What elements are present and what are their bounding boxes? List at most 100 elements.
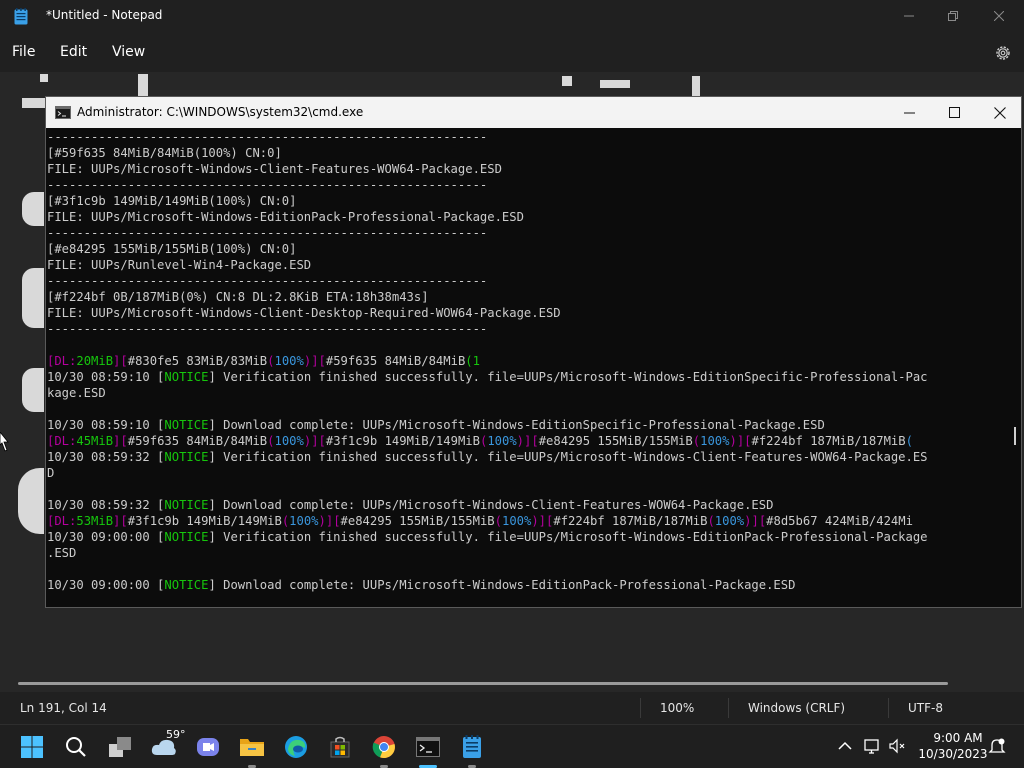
notepad-minimize-button[interactable] xyxy=(886,0,932,32)
teams-chat-icon xyxy=(197,738,219,756)
chrome-icon xyxy=(372,736,395,759)
edge-button[interactable] xyxy=(282,733,310,761)
close-icon xyxy=(994,11,1004,21)
store-icon xyxy=(330,736,350,758)
console-text-segment: #59f635 84MiB/84MiB xyxy=(127,434,268,448)
console-text-segment: #830fe5 83MiB/83MiB xyxy=(127,354,268,368)
console-line: FILE: UUPs/Runlevel-Win4-Package.ESD xyxy=(47,257,311,273)
notepad-titlebar[interactable]: *Untitled - Notepad xyxy=(0,0,1024,32)
editor-text-fragment xyxy=(22,368,44,412)
console-text-segment: NOTICE xyxy=(164,530,209,544)
start-button[interactable] xyxy=(18,733,46,761)
console-line: 10/30 08:59:10 [NOTICE] Verification fin… xyxy=(47,369,928,385)
clock-time[interactable]: 9:00 AM xyxy=(928,731,988,745)
cmd-titlebar[interactable]: Administrator: C:\WINDOWS\system32\cmd.e… xyxy=(46,97,1021,128)
console-text-segment: ] Download complete: UUPs/Microsoft-Wind… xyxy=(208,578,796,592)
show-hidden-icons-chevron-icon[interactable] xyxy=(836,737,854,755)
editor-text-fragment xyxy=(22,192,44,226)
console-text-segment: ( xyxy=(494,514,502,528)
file-explorer-button[interactable] xyxy=(238,733,266,761)
console-text-segment: ----------------------------------------… xyxy=(47,130,488,144)
console-text-segment: )][ xyxy=(303,434,326,448)
console-text-segment: NOTICE xyxy=(164,450,209,464)
console-text-segment: 53MiB xyxy=(76,514,114,528)
console-line: FILE: UUPs/Microsoft-Windows-Client-Desk… xyxy=(47,305,561,321)
store-button[interactable] xyxy=(326,733,354,761)
notepad-restore-button[interactable] xyxy=(930,0,976,32)
terminal-button[interactable] xyxy=(414,733,442,761)
taskbar: 59° 9:00 AM 10/30/2023 xyxy=(0,724,1024,768)
console-text-segment: #f224bf 187MiB/187MiB xyxy=(553,514,708,528)
console-text-segment: .ESD xyxy=(47,546,77,560)
console-line: 10/30 08:59:10 [NOTICE] Download complet… xyxy=(47,417,825,433)
console-text-segment: #e84295 155MiB/155MiB xyxy=(340,514,495,528)
console-text-segment: NOTICE xyxy=(164,498,209,512)
notepad-menubar xyxy=(0,32,1024,72)
menu-view[interactable]: View xyxy=(112,44,145,60)
terminal-icon xyxy=(416,737,440,757)
menu-file[interactable]: File xyxy=(12,44,35,60)
notepad-title: *Untitled - Notepad xyxy=(46,8,163,22)
horizontal-scrollbar[interactable] xyxy=(18,682,948,685)
console-text-segment: #f224bf 187MiB/187MiB xyxy=(751,434,906,448)
status-line-ending: Windows (CRLF) xyxy=(748,701,846,715)
console-line: [#3f1c9b 149MiB/149MiB(100%) CN:0] xyxy=(47,193,296,209)
editor-text-fragment xyxy=(138,74,148,96)
console-text-segment: 10/30 09:00:00 [ xyxy=(47,530,165,544)
notepad-taskbar-button[interactable] xyxy=(458,733,486,761)
notepad-close-button[interactable] xyxy=(976,0,1022,32)
cmd-close-button[interactable] xyxy=(977,97,1023,128)
network-icon[interactable] xyxy=(864,737,882,755)
cmd-console-output[interactable]: ----------------------------------------… xyxy=(46,128,1006,607)
close-icon xyxy=(994,106,1006,119)
console-line: ----------------------------------------… xyxy=(47,225,487,241)
console-text-segment: ] Download complete: UUPs/Microsoft-Wind… xyxy=(208,498,774,512)
console-text-segment: #3f1c9b 149MiB/149MiB xyxy=(127,514,282,528)
console-text-segment: ] Verification finished successfully. fi… xyxy=(208,530,928,544)
task-view-button[interactable] xyxy=(106,733,134,761)
console-line: [DL:45MiB][#59f635 84MiB/84MiB(100%)][#3… xyxy=(47,433,913,449)
console-text-segment: #8d5b67 424MiB/424Mi xyxy=(766,514,913,528)
status-divider xyxy=(728,698,729,718)
console-text-segment: 10/30 08:59:10 [ xyxy=(47,370,165,384)
console-line: [#e84295 155MiB/155MiB(100%) CN:0] xyxy=(47,241,296,257)
console-text-segment: #3f1c9b 149MiB/149MiB xyxy=(325,434,480,448)
console-line: 10/30 08:59:32 [NOTICE] Download complet… xyxy=(47,497,773,513)
console-text-segment: [#e84295 155MiB/155MiB(100%) CN:0] xyxy=(47,242,297,256)
console-text-segment: 100% xyxy=(289,514,319,528)
console-line: [#f224bf 0B/187MiB(0%) CN:8 DL:2.8KiB ET… xyxy=(47,289,429,305)
status-zoom: 100% xyxy=(660,701,695,715)
chrome-button[interactable] xyxy=(370,733,398,761)
console-line: [DL:53MiB][#3f1c9b 149MiB/149MiB(100%)][… xyxy=(47,513,913,529)
console-text-segment: D xyxy=(47,466,55,480)
console-text-segment: ] Verification finished successfully. fi… xyxy=(208,370,928,384)
status-encoding: UTF-8 xyxy=(908,701,943,715)
console-text-segment: #e84295 155MiB/155MiB xyxy=(538,434,693,448)
console-text-segment: DL: xyxy=(54,514,77,528)
cmd-scrollbar-thumb[interactable] xyxy=(1014,427,1016,445)
console-text-segment: DL: xyxy=(54,434,77,448)
teams-chat-button[interactable] xyxy=(194,733,222,761)
console-text-segment: ][ xyxy=(113,434,128,448)
console-line: [#59f635 84MiB/84MiB(100%) CN:0] xyxy=(47,145,282,161)
notifications-icon[interactable] xyxy=(988,737,1006,755)
clock-date[interactable]: 10/30/2023 xyxy=(918,747,988,761)
console-text-segment: NOTICE xyxy=(164,578,209,592)
file-explorer-icon xyxy=(240,739,264,756)
search-button[interactable] xyxy=(62,733,90,761)
volume-muted-icon[interactable] xyxy=(888,737,906,755)
console-line: 10/30 08:59:32 [NOTICE] Verification fin… xyxy=(47,449,928,465)
edge-icon xyxy=(285,736,307,758)
console-text-segment: [#59f635 84MiB/84MiB(100%) CN:0] xyxy=(47,146,282,160)
menu-edit[interactable]: Edit xyxy=(60,44,87,60)
cmd-maximize-button[interactable] xyxy=(931,97,977,128)
console-text-segment: 10/30 09:00:00 [ xyxy=(47,578,165,592)
console-text-segment: DL: xyxy=(54,354,77,368)
console-text-segment: 100% xyxy=(700,434,730,448)
console-text-segment: )][ xyxy=(531,514,554,528)
console-text-segment: FILE: UUPs/Microsoft-Windows-Client-Desk… xyxy=(47,306,561,320)
settings-gear-icon[interactable] xyxy=(994,44,1012,62)
console-line: ----------------------------------------… xyxy=(47,177,487,193)
minimize-icon xyxy=(903,112,915,114)
cmd-minimize-button[interactable] xyxy=(886,97,932,128)
